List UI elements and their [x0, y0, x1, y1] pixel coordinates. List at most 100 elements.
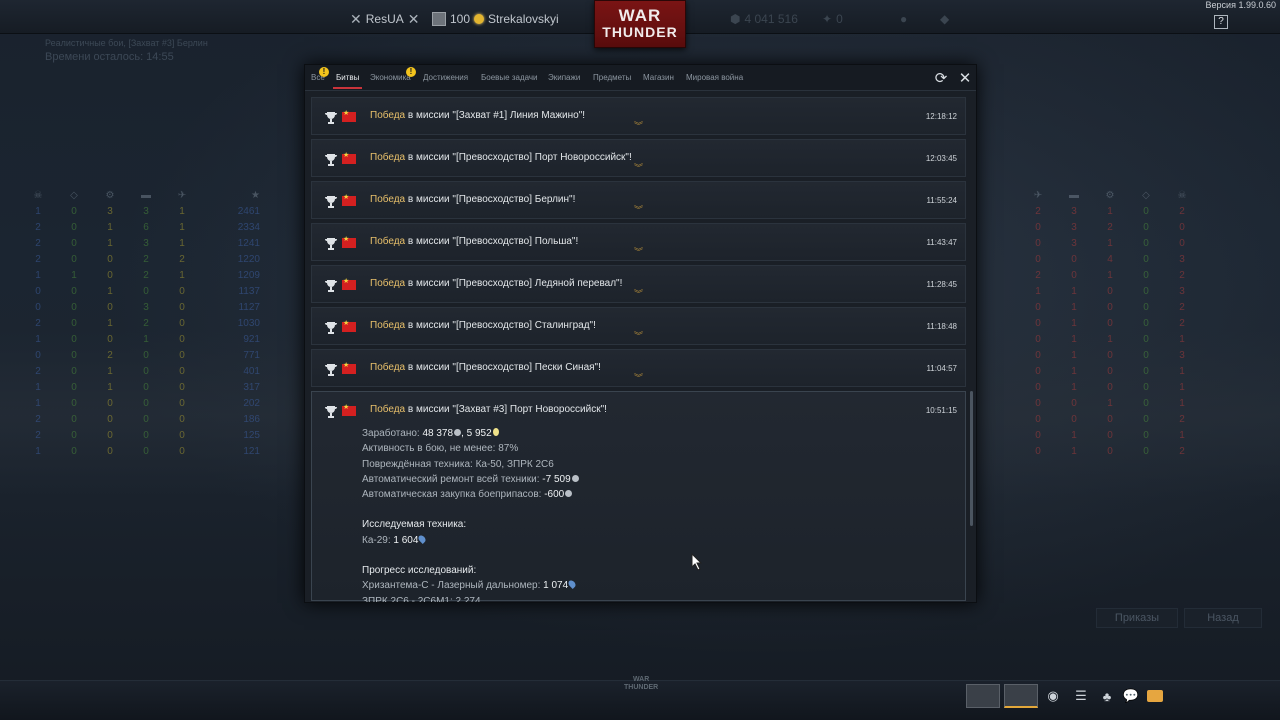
- scoreboard-cell: 1: [1071, 350, 1077, 361]
- chevron-down-icon[interactable]: ︾: [634, 122, 643, 131]
- scoreboard-cell: 1220: [237, 254, 260, 265]
- scoreboard-cell: 0: [1107, 446, 1113, 457]
- notification-time: 12:18:12: [925, 112, 957, 121]
- scoreboard-cell: 0: [1143, 254, 1149, 265]
- scoreboard-cell: 0: [179, 382, 185, 393]
- mouse-cursor-icon: [691, 553, 703, 571]
- notification-entry[interactable]: Победа в миссии "[Захват #3] Порт Новоро…: [311, 391, 966, 602]
- tab-battles[interactable]: Битвы: [332, 73, 363, 89]
- scoreboard-row: 1 0 3 3 1 2461: [20, 204, 260, 220]
- victory-word: Победа: [370, 320, 406, 331]
- close-icon[interactable]: ✕: [956, 69, 974, 87]
- scoreboard-cell: 0: [179, 446, 185, 457]
- notification-entry[interactable]: Победа в миссии "[Превосходство] Польша"…: [311, 223, 966, 261]
- settings-icon[interactable]: ◆: [940, 9, 949, 29]
- chevron-down-icon[interactable]: ︾: [634, 374, 643, 383]
- gamepad-icon[interactable]: ◉: [1041, 686, 1065, 706]
- tab-economy[interactable]: Экономика !: [370, 67, 416, 82]
- notification-entry[interactable]: Победа в миссии "[Захват #1] Линия Мажин…: [311, 97, 966, 135]
- scoreboard-cell: 1137: [238, 286, 260, 297]
- scoreboard-cell: 1: [1071, 446, 1077, 457]
- ussr-flag-icon: [342, 319, 356, 332]
- scoreboard-cell: 202: [243, 398, 260, 409]
- back-button[interactable]: Назад: [1184, 608, 1262, 628]
- scoreboard-cell: 2: [35, 254, 41, 265]
- chevron-down-icon[interactable]: ︾: [634, 248, 643, 257]
- scoreboard-cell: 0: [71, 238, 77, 249]
- tab-battle-tasks[interactable]: Боевые задачи: [481, 73, 538, 82]
- refresh-icon[interactable]: ⟳: [932, 69, 950, 87]
- help-button[interactable]: ?: [1214, 15, 1228, 29]
- avatar-icon: [432, 12, 446, 26]
- trophy-icon: [325, 111, 337, 125]
- silver-lions-icon: [454, 429, 462, 436]
- scoreboard-cell: 2: [1035, 270, 1041, 281]
- notification-message: Победа в миссии "[Превосходство] Сталинг…: [370, 320, 596, 331]
- tab-all[interactable]: Все !: [311, 67, 329, 82]
- bottom-logo-line-1: WAR: [632, 676, 650, 683]
- scoreboard-cell: 0: [107, 334, 113, 345]
- scoreboard-cell: 3: [1071, 222, 1077, 233]
- scoreboard-cell: 0: [179, 302, 185, 313]
- notification-entry[interactable]: Победа в миссии "[Превосходство] Ледяной…: [311, 265, 966, 303]
- ussr-flag-icon: [342, 235, 356, 248]
- war-thunder-logo[interactable]: WAR THUNDER: [594, 0, 686, 48]
- scoreboard-row: 0 3 2 0 0: [1020, 220, 1260, 236]
- scoreboard-cell: 0: [107, 414, 113, 425]
- scoreboard-cell: 0: [179, 334, 185, 345]
- chat-icon[interactable]: 💬: [1119, 686, 1143, 706]
- rank-star-icon: [474, 14, 485, 24]
- tab-shop[interactable]: Магазин: [643, 73, 674, 82]
- lightbulb-icon[interactable]: ●: [900, 9, 907, 29]
- scoreboard-cell: 0: [1143, 398, 1149, 409]
- player-avatar-slot[interactable]: [1004, 684, 1038, 708]
- tab-label: Экономика: [370, 73, 411, 82]
- scoreboard-cell: 0: [1035, 318, 1041, 329]
- tab-world-war[interactable]: Мировая война: [686, 73, 743, 82]
- label: Хризантема-С - Лазерный дальномер:: [362, 580, 544, 592]
- mail-icon[interactable]: [1143, 686, 1167, 706]
- scoreboard-cell: 1: [1179, 382, 1185, 393]
- notification-list: Победа в миссии "[Захват #1] Линия Мажин…: [311, 97, 966, 602]
- notification-entry[interactable]: Победа в миссии "[Превосходство] Порт Но…: [311, 139, 966, 177]
- chevron-down-icon[interactable]: ︾: [634, 206, 643, 215]
- silver-lions-balance[interactable]: ⬢ 4 041 516: [730, 9, 798, 29]
- contacts-icon[interactable]: ♣: [1095, 686, 1119, 706]
- squad-tag[interactable]: ✕ ResUA ✕: [350, 9, 419, 29]
- scoreboard-cell: 121: [243, 446, 260, 457]
- scoreboard-row: 2 0 1 0 0 401: [20, 364, 260, 380]
- notification-time: 10:51:15: [925, 406, 957, 415]
- victory-word: Победа: [370, 362, 406, 373]
- scoreboard-cell: 1: [1107, 238, 1113, 249]
- golden-eagles-balance[interactable]: ✦ 0: [822, 9, 843, 29]
- mission-info: Реалистичные бои, [Захват #3] Берлин Вре…: [45, 36, 208, 64]
- scoreboard-cell: 1: [1179, 398, 1185, 409]
- tab-achievements[interactable]: Достижения: [423, 73, 468, 82]
- mission-text: в миссии "[Превосходство] Пески Синая"!: [405, 362, 601, 373]
- scoreboard-row: 2 0 1 0 2: [1020, 268, 1260, 284]
- chevron-down-icon[interactable]: ︾: [634, 290, 643, 299]
- chevron-down-icon[interactable]: ︾: [634, 332, 643, 341]
- notification-entry[interactable]: Победа в миссии "[Превосходство] Берлин"…: [311, 181, 966, 219]
- scoreboard-row: 0 1 0 0 1: [1020, 380, 1260, 396]
- squad-member-slot[interactable]: [966, 684, 1000, 708]
- orders-button[interactable]: Приказы: [1096, 608, 1178, 628]
- scrollbar[interactable]: [970, 391, 973, 526]
- scoreboard-cell: 1: [1179, 334, 1185, 345]
- notification-entry[interactable]: Победа в миссии "[Превосходство] Пески С…: [311, 349, 966, 387]
- scoreboard-cell: 0: [179, 350, 185, 361]
- alert-badge-icon: !: [406, 67, 416, 77]
- tab-items[interactable]: Предметы: [593, 73, 631, 82]
- scoreboard-cell: 0: [143, 398, 149, 409]
- scoreboard-cell: 0: [179, 318, 185, 329]
- logo-line-1: WAR: [618, 6, 662, 25]
- tab-crews[interactable]: Экипажи: [548, 73, 580, 82]
- player-profile[interactable]: 100 Strekalovskyi: [432, 9, 559, 29]
- chevron-down-icon[interactable]: ︾: [634, 164, 643, 173]
- label: Заработано:: [362, 428, 423, 439]
- notification-entry[interactable]: Победа в миссии "[Превосходство] Сталинг…: [311, 307, 966, 345]
- scoreboard-cell: 0: [71, 398, 77, 409]
- list-icon[interactable]: ☰: [1069, 686, 1093, 706]
